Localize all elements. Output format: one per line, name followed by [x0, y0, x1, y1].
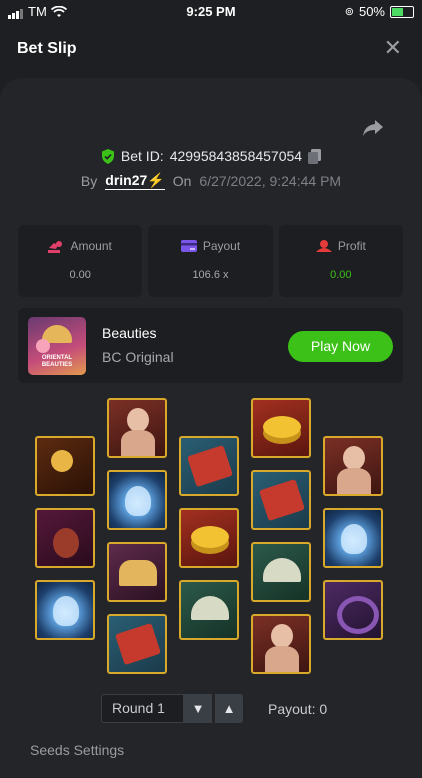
book-icon [109, 616, 165, 672]
round-payout: Payout: 0 [268, 700, 328, 717]
ring-icon [325, 582, 381, 638]
lady-icon [253, 616, 309, 672]
comb-icon [109, 544, 165, 600]
shield-check-icon [101, 148, 114, 164]
reel-symbol-fan [251, 542, 311, 602]
round-selector: Round 1 ▼ ▲ Payout: 0 [101, 694, 327, 723]
reel-symbol-lady [107, 398, 167, 458]
reel-symbol-lotus [35, 580, 95, 640]
amount-icon [48, 240, 63, 253]
bet-id-row: Bet ID: 42995843858457054 [0, 148, 422, 164]
reel-symbol-ring [323, 580, 383, 640]
reel-symbol-comb [107, 542, 167, 602]
reel-symbol-lotus [107, 470, 167, 530]
bet-slip-panel: Bet ID: 42995843858457054 By drin27⚡ On … [0, 78, 422, 778]
reel-symbol-gold [251, 398, 311, 458]
reel-symbol-lady [251, 614, 311, 674]
amount-card: Amount 0.00 [18, 225, 143, 297]
stats-row: Amount 0.00 Payout 106.6 x Profit 0.00 [18, 225, 403, 297]
on-label: On [172, 173, 192, 189]
copy-icon[interactable] [308, 148, 322, 164]
card-icon [180, 240, 197, 252]
pipa-icon [37, 510, 93, 566]
reel-symbol-book [179, 436, 239, 496]
reel-symbol-lady [323, 436, 383, 496]
bet-id-value: 42995843858457054 [169, 148, 303, 164]
lotus-icon [325, 510, 381, 566]
lotus-icon [37, 582, 93, 638]
bet-id-label: Bet ID: [120, 148, 164, 164]
game-name: Beauties [102, 325, 157, 341]
user-link[interactable]: drin27⚡ [105, 172, 165, 190]
orientation-lock-icon: ⊚ [344, 6, 354, 18]
game-card: ORIENTAL BEAUTIES Beauties BC Original P… [18, 308, 403, 383]
amount-label-row: Amount [18, 239, 142, 253]
gold-icon [181, 510, 237, 566]
page-title: Bet Slip [17, 40, 77, 57]
reel-symbol-fan [179, 580, 239, 640]
reel-symbol-gold [179, 508, 239, 568]
lady-icon [109, 400, 165, 456]
payout-label: Payout [202, 239, 241, 253]
payout-card: Payout 106.6 x [148, 225, 273, 297]
reel-symbol-hairpin [35, 436, 95, 496]
close-button[interactable]: ✕ [384, 37, 402, 59]
profit-icon [315, 239, 332, 252]
game-provider: BC Original [102, 349, 174, 365]
lotus-icon [109, 472, 165, 528]
share-icon[interactable] [362, 118, 384, 138]
profit-label: Profit [337, 239, 366, 253]
bet-date: 6/27/2022, 9:24:44 PM [199, 173, 342, 189]
reel-symbol-lotus [323, 508, 383, 568]
fan-icon [181, 582, 237, 638]
blossom-icon [36, 339, 50, 353]
battery-icon [390, 5, 414, 18]
amount-value: 0.00 [69, 269, 91, 281]
chevron-up-icon[interactable]: ▲ [215, 694, 243, 723]
reel-symbol-book [251, 470, 311, 530]
lady-icon [325, 438, 381, 494]
payout-label-row: Payout [148, 239, 272, 253]
battery-percent: 50% [358, 4, 385, 19]
payout-value: 106.6 x [192, 269, 229, 281]
book-icon [253, 472, 309, 528]
bet-slip-header: Bet Slip ✕ [0, 24, 422, 74]
bet-author-row: By drin27⚡ On 6/27/2022, 9:24:44 PM [0, 172, 422, 190]
profit-card: Profit 0.00 [278, 225, 403, 297]
game-thumbnail-text: ORIENTAL BEAUTIES [41, 355, 73, 368]
gold-icon [253, 400, 309, 456]
amount-label: Amount [70, 239, 112, 253]
seeds-settings-label[interactable]: Seeds Settings [30, 742, 124, 758]
status-bar: TM 9:25 PM ⊚ 50% [0, 0, 422, 24]
profit-label-row: Profit [279, 239, 403, 253]
reel-symbol-book [107, 614, 167, 674]
fan-icon [253, 544, 309, 600]
game-thumbnail[interactable]: ORIENTAL BEAUTIES [28, 317, 86, 375]
book-icon [181, 438, 237, 494]
reel-symbol-pipa [35, 508, 95, 568]
status-right: ⊚ 50% [345, 4, 414, 19]
round-dropdown[interactable]: Round 1 [101, 694, 184, 723]
profit-value: 0.00 [330, 269, 352, 281]
hairpin-icon [37, 438, 93, 494]
chevron-down-icon[interactable]: ▼ [184, 694, 212, 723]
by-label: By [80, 173, 98, 189]
play-now-button[interactable]: Play Now [288, 331, 393, 362]
